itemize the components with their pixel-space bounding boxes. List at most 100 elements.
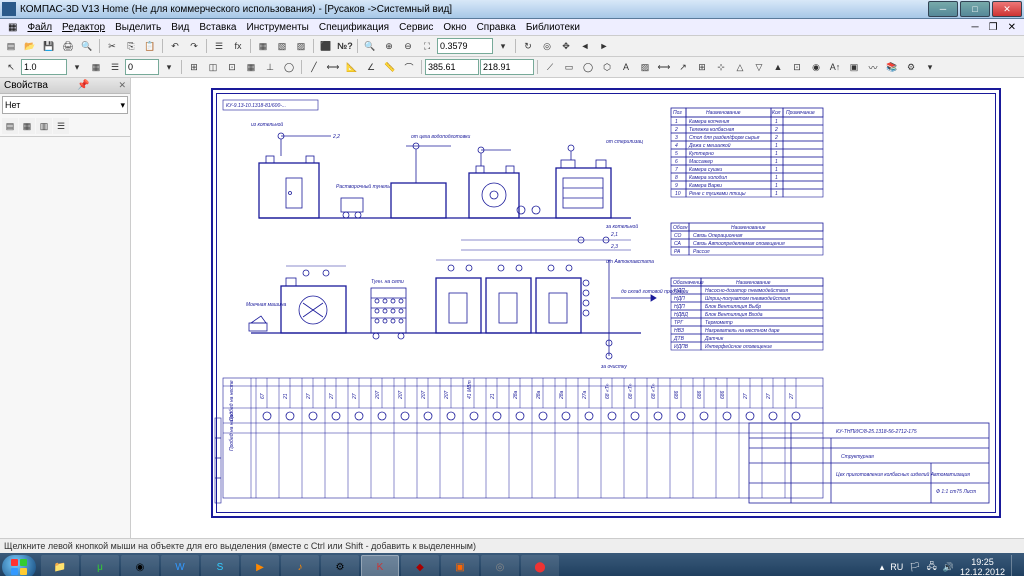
undo-icon[interactable]: ↶ xyxy=(166,37,184,55)
task-app3[interactable]: ◎ xyxy=(481,555,519,576)
menu-spec[interactable]: Спецификация xyxy=(315,22,393,33)
dim2-icon[interactable]: ⟷ xyxy=(655,58,673,76)
task-kompas[interactable]: K xyxy=(361,555,399,576)
rough-icon[interactable]: ▽ xyxy=(750,58,768,76)
doc-restore-button[interactable]: ❐ xyxy=(985,22,1002,33)
menu-editor[interactable]: Редактор xyxy=(58,22,109,33)
draw1-icon[interactable]: ⟋ xyxy=(541,58,559,76)
base-icon[interactable]: ▲ xyxy=(769,58,787,76)
dd2-icon[interactable]: ▾ xyxy=(160,58,178,76)
coord-x-input[interactable] xyxy=(425,59,479,75)
menu-view[interactable]: Вид xyxy=(167,22,193,33)
snap3-icon[interactable]: ⊡ xyxy=(223,58,241,76)
print-icon[interactable]: 🖨 xyxy=(59,37,77,55)
task-aimp[interactable]: ♪ xyxy=(281,555,319,576)
dd-icon[interactable]: ▾ xyxy=(68,58,86,76)
dropdown-icon[interactable]: ▾ xyxy=(494,37,512,55)
variables-icon[interactable]: fx xyxy=(229,37,247,55)
step-input[interactable] xyxy=(125,59,159,75)
close-button[interactable]: ✕ xyxy=(992,1,1022,17)
hatch-icon[interactable]: ▨ xyxy=(636,58,654,76)
layer3-icon[interactable]: ▨ xyxy=(292,37,310,55)
help-icon[interactable]: №? xyxy=(336,37,354,55)
zoom-window-icon[interactable]: 🔍 xyxy=(361,37,379,55)
leader-icon[interactable]: ↗ xyxy=(674,58,692,76)
task-app2[interactable]: ◆ xyxy=(401,555,439,576)
param-icon[interactable]: ⚙ xyxy=(902,58,920,76)
maximize-button[interactable]: □ xyxy=(960,1,990,17)
open-icon[interactable]: 📂 xyxy=(21,37,39,55)
show-desktop-button[interactable] xyxy=(1011,555,1018,576)
prop1-icon[interactable]: ▤ xyxy=(2,118,18,134)
task-office[interactable]: ▣ xyxy=(441,555,479,576)
task-skype[interactable]: S xyxy=(201,555,239,576)
view-icon[interactable]: ▣ xyxy=(845,58,863,76)
arc-icon[interactable]: ⌒ xyxy=(400,58,418,76)
menu-insert[interactable]: Вставка xyxy=(195,22,240,33)
mark-icon[interactable]: ◉ xyxy=(807,58,825,76)
snap-icon[interactable]: ⊞ xyxy=(185,58,203,76)
start-button[interactable] xyxy=(2,555,36,576)
menu-service[interactable]: Сервис xyxy=(395,22,437,33)
drawing-canvas[interactable]: КУ-9.13-10.1318-81/600-... 2,2 из котель… xyxy=(131,78,1024,538)
menu-lib[interactable]: Библиотеки xyxy=(522,22,584,33)
zoom-fit-icon[interactable]: ⛶ xyxy=(418,37,436,55)
meas-icon[interactable]: 📐 xyxy=(343,58,361,76)
prop3-icon[interactable]: ▥ xyxy=(36,118,52,134)
ruler-icon[interactable]: 📏 xyxy=(381,58,399,76)
doc-close-button[interactable]: ✕ xyxy=(1004,22,1020,33)
menu-tools[interactable]: Инструменты xyxy=(243,22,313,33)
minimize-button[interactable]: ─ xyxy=(928,1,958,17)
doc-minimize-button[interactable]: ─ xyxy=(968,22,983,33)
pan-icon[interactable]: ✥ xyxy=(557,37,575,55)
zoom-out-icon[interactable]: ⊖ xyxy=(399,37,417,55)
task-wmp[interactable]: ▶ xyxy=(241,555,279,576)
refresh-icon[interactable]: ↻ xyxy=(519,37,537,55)
task-app1[interactable]: ⚙ xyxy=(321,555,359,576)
tray-lang[interactable]: RU xyxy=(890,562,903,572)
more-icon[interactable]: ▾ xyxy=(921,58,939,76)
sidebar-combo[interactable]: Нет▾ xyxy=(2,96,128,114)
brk-icon[interactable]: 〰 xyxy=(864,58,882,76)
preview-icon[interactable]: 🔍 xyxy=(78,37,96,55)
cursor-icon[interactable]: ↖ xyxy=(2,58,20,76)
layer2-icon[interactable]: ▧ xyxy=(273,37,291,55)
tray-volume-icon[interactable]: 🔊 xyxy=(943,562,954,573)
table-icon[interactable]: ⊞ xyxy=(693,58,711,76)
draw2-icon[interactable]: ▭ xyxy=(560,58,578,76)
angle-icon[interactable]: ∠ xyxy=(362,58,380,76)
draw3-icon[interactable]: ◯ xyxy=(579,58,597,76)
dim-icon[interactable]: ⟷ xyxy=(324,58,342,76)
tray-clock[interactable]: 19:25 12.12.2012 xyxy=(960,557,1005,576)
manager-icon[interactable]: ☰ xyxy=(210,37,228,55)
task-words[interactable]: W xyxy=(161,555,199,576)
lock-icon[interactable]: ▦ xyxy=(87,58,105,76)
cut2-icon[interactable]: А↑ xyxy=(826,58,844,76)
round-icon[interactable]: ◯ xyxy=(280,58,298,76)
coord-y-input[interactable] xyxy=(480,59,534,75)
task-explorer[interactable]: 📁 xyxy=(41,555,79,576)
menu-select[interactable]: Выделить xyxy=(111,22,165,33)
next-icon[interactable]: ► xyxy=(595,37,613,55)
scale-input[interactable] xyxy=(21,59,67,75)
sidebar-close-icon[interactable]: ✕ xyxy=(118,80,126,91)
task-chrome[interactable]: ◉ xyxy=(121,555,159,576)
ortho-icon[interactable]: ⊥ xyxy=(261,58,279,76)
text-icon[interactable]: А xyxy=(617,58,635,76)
tray-network-icon[interactable]: 🖧 xyxy=(927,559,937,575)
tol-icon[interactable]: ⊡ xyxy=(788,58,806,76)
prop4-icon[interactable]: ☰ xyxy=(53,118,69,134)
draw4-icon[interactable]: ⬡ xyxy=(598,58,616,76)
tray-flag-icon[interactable]: 🏳 xyxy=(909,562,920,573)
layer-icon[interactable]: ▦ xyxy=(254,37,272,55)
zoom-in-icon[interactable]: ⊕ xyxy=(380,37,398,55)
axis-icon[interactable]: ⊹ xyxy=(712,58,730,76)
grid-icon[interactable]: ▦ xyxy=(242,58,260,76)
prop2-icon[interactable]: ▦ xyxy=(19,118,35,134)
style-icon[interactable]: ☰ xyxy=(106,58,124,76)
weld-icon[interactable]: △ xyxy=(731,58,749,76)
menu-help[interactable]: Справка xyxy=(473,22,520,33)
lib2-icon[interactable]: 📚 xyxy=(883,58,901,76)
task-app4[interactable]: ⬤ xyxy=(521,555,559,576)
snap2-icon[interactable]: ◫ xyxy=(204,58,222,76)
